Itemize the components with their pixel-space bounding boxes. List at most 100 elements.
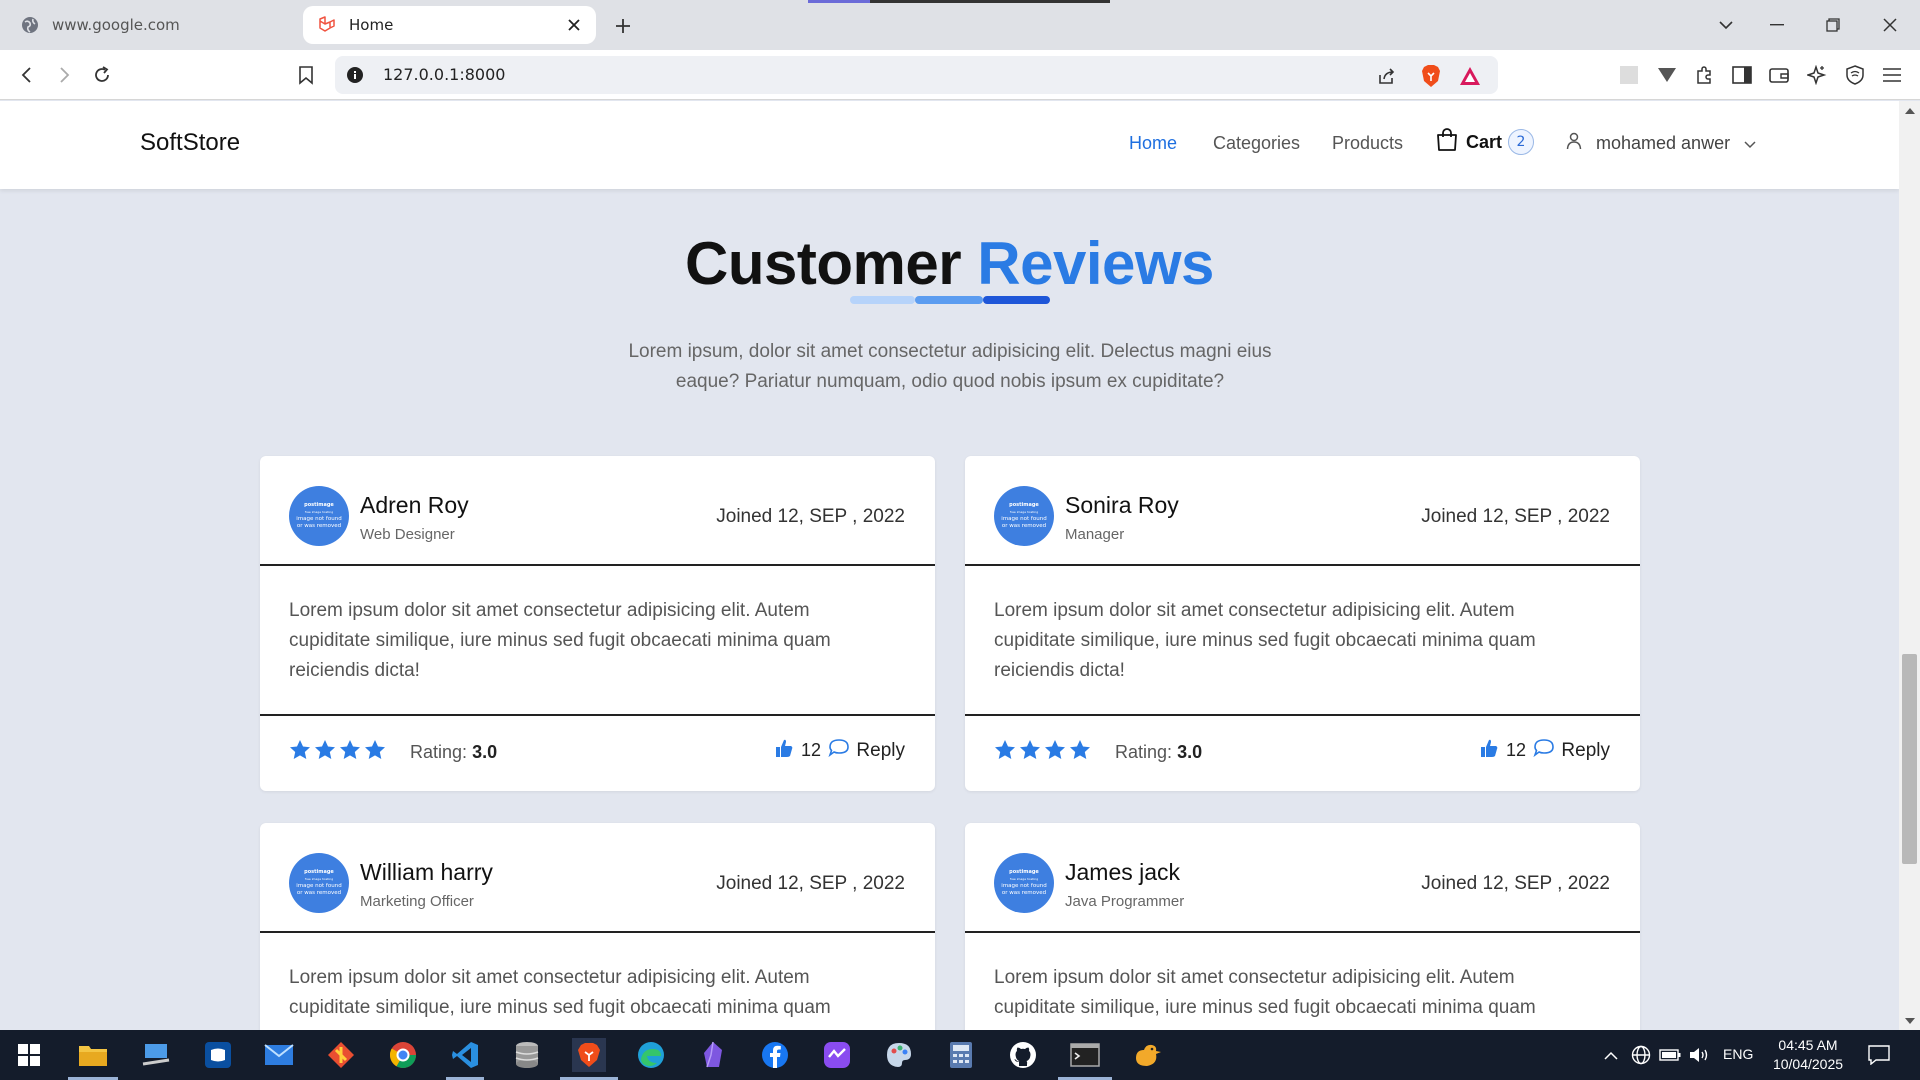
nav-link-home[interactable]: Home — [1129, 133, 1177, 154]
rating-label: Rating: — [1115, 742, 1173, 762]
mail-icon[interactable] — [262, 1038, 296, 1072]
database-app-icon[interactable] — [510, 1038, 544, 1072]
github-icon[interactable] — [1006, 1038, 1040, 1072]
review-text: Lorem ipsum dolor sit amet consectetur a… — [965, 566, 1640, 716]
cart-link[interactable]: Cart 2 — [1436, 128, 1535, 156]
star-icon — [994, 739, 1016, 760]
page-scrollbar[interactable] — [1899, 101, 1920, 1030]
scroll-down-arrow-icon[interactable] — [1904, 1015, 1915, 1026]
clock[interactable]: 04:45 AM 10/04/2025 — [1768, 1036, 1848, 1074]
user-name: mohamed anwer — [1596, 133, 1731, 153]
leo-ai-icon[interactable] — [1805, 63, 1829, 87]
avatar-text: or was removed — [1001, 890, 1047, 896]
reviewer-name: Adren Roy — [360, 492, 469, 518]
reply-button[interactable]: Reply — [1533, 738, 1610, 764]
vpn-shield-icon[interactable] — [1843, 63, 1867, 87]
nav-link-categories[interactable]: Categories — [1213, 133, 1300, 154]
reply-button[interactable]: Reply — [828, 738, 905, 764]
obsidian-icon[interactable] — [696, 1038, 730, 1072]
streaming-app-icon[interactable] — [820, 1038, 854, 1072]
terminal-app-icon[interactable] — [201, 1038, 235, 1072]
edge-icon[interactable] — [634, 1038, 668, 1072]
chrome-icon[interactable] — [386, 1038, 420, 1072]
review-card: postimage free image hosting image not f… — [260, 823, 935, 1030]
brand-logo[interactable]: SoftStore — [140, 129, 240, 157]
review-text-line: cupiditate similique, iure minus sed fug… — [994, 997, 1536, 1018]
extensions-icon[interactable] — [1692, 63, 1716, 87]
file-explorer-icon[interactable] — [76, 1038, 110, 1072]
cart-count-badge: 2 — [1508, 129, 1535, 155]
chevron-down-icon — [1744, 133, 1756, 154]
comment-icon — [828, 738, 850, 764]
minimize-icon[interactable] — [1757, 8, 1797, 42]
user-menu[interactable]: mohamed anwer — [1566, 132, 1756, 155]
vpn-extension-icon[interactable] — [1655, 63, 1679, 87]
title-underline-light — [850, 296, 915, 304]
cart-label: Cart — [1466, 131, 1503, 152]
review-text-line: Lorem ipsum dolor sit amet consectetur a… — [289, 967, 810, 988]
restore-icon[interactable] — [1813, 8, 1853, 42]
forward-icon[interactable] — [51, 62, 77, 88]
tab-home[interactable]: Home — [303, 6, 596, 44]
volume-icon[interactable] — [1689, 1045, 1711, 1065]
calculator-icon[interactable] — [944, 1038, 978, 1072]
like-count: 12 — [800, 740, 821, 760]
reviewer-name: James jack — [1065, 859, 1181, 885]
site-info-icon[interactable] — [345, 65, 365, 85]
brave-rewards-icon[interactable] — [1458, 64, 1482, 88]
star-icon — [1044, 739, 1066, 760]
new-tab-icon[interactable] — [610, 13, 636, 39]
reload-icon[interactable] — [89, 62, 115, 88]
close-tab-icon[interactable] — [564, 15, 584, 35]
section-description-line: eaque? Pariatur numquam, odio quod nobis… — [675, 371, 1225, 392]
paint-app-icon[interactable] — [882, 1038, 916, 1072]
tab-google[interactable]: www.google.com — [14, 6, 294, 44]
brave-browser-icon[interactable] — [572, 1038, 606, 1072]
duck-app-icon[interactable] — [1130, 1038, 1164, 1072]
tab-search-chevron-icon[interactable] — [1706, 8, 1746, 42]
star-icon — [1019, 739, 1041, 760]
sidebar-icon[interactable] — [1730, 63, 1754, 87]
wallet-icon[interactable] — [1767, 63, 1791, 87]
star-icon — [289, 739, 311, 760]
menu-icon[interactable] — [1880, 63, 1904, 87]
review-card: postimage free image hosting image not f… — [260, 456, 935, 791]
section-title-accent: Reviews — [977, 230, 1214, 297]
extension-placeholder-icon[interactable] — [1617, 63, 1641, 87]
battery-icon[interactable] — [1659, 1045, 1681, 1065]
section-title: Customer Reviews — [0, 229, 1899, 298]
avatar-text: or was removed — [296, 890, 342, 896]
avatar-text: or was removed — [296, 523, 342, 529]
windows-taskbar: ENG 04:45 AM 10/04/2025 — [0, 1030, 1920, 1080]
scrollbar-thumb[interactable] — [1902, 654, 1917, 864]
avatar-text: postimage — [1009, 869, 1039, 875]
command-prompt-icon[interactable] — [1068, 1038, 1102, 1072]
network-globe-icon[interactable] — [1630, 1045, 1652, 1065]
address-bar[interactable]: 127.0.0.1:8000 — [335, 56, 1498, 94]
notifications-icon[interactable] — [1866, 1045, 1892, 1065]
bookmark-icon[interactable] — [293, 62, 319, 88]
brave-shields-icon[interactable] — [1419, 64, 1443, 88]
back-icon[interactable] — [14, 62, 40, 88]
close-window-icon[interactable] — [1870, 8, 1910, 42]
browser-toolbar: 127.0.0.1:8000 — [0, 50, 1920, 100]
share-icon[interactable] — [1375, 64, 1399, 88]
like-button[interactable]: 12 — [775, 738, 821, 763]
review-card-footer: Rating: 3.0 12 Reply — [965, 716, 1640, 791]
review-text-line: Lorem ipsum dolor sit amet consectetur a… — [994, 967, 1515, 988]
language-indicator[interactable]: ENG — [1723, 1046, 1753, 1062]
network-app-icon[interactable] — [139, 1038, 173, 1072]
scroll-up-arrow-icon[interactable] — [1904, 105, 1915, 116]
nav-link-products[interactable]: Products — [1332, 133, 1403, 154]
reply-label: Reply — [1561, 740, 1610, 761]
star-icon — [314, 739, 336, 760]
facebook-icon[interactable] — [758, 1038, 792, 1072]
tray-chevron-up-icon[interactable] — [1600, 1045, 1622, 1065]
shopping-bag-icon — [1436, 128, 1458, 156]
review-card-header: postimage free image hosting image not f… — [965, 456, 1640, 566]
windows-start-icon[interactable] — [12, 1038, 46, 1072]
vscode-icon[interactable] — [448, 1038, 482, 1072]
git-app-icon[interactable] — [324, 1038, 358, 1072]
like-button[interactable]: 12 — [1480, 738, 1526, 763]
reviewer-role: Marketing Officer — [360, 893, 474, 910]
